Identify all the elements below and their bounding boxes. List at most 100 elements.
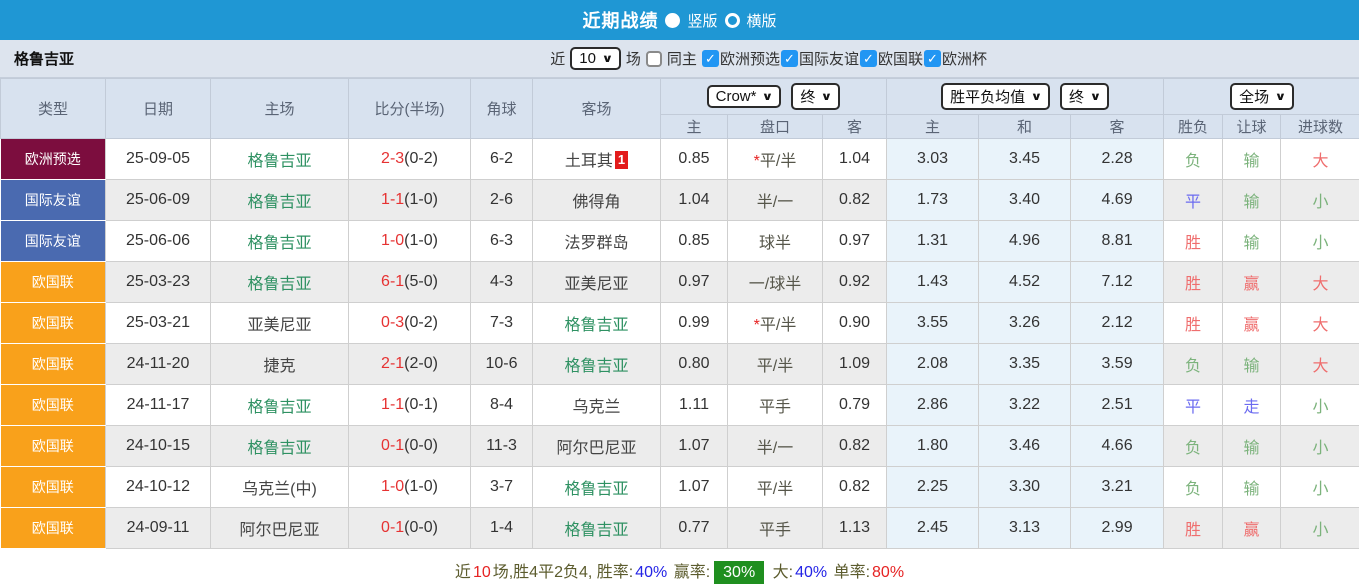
col-header-corners: 角球 — [470, 78, 533, 139]
match-type: 欧国联 — [0, 343, 106, 385]
handicap-line: 平/半 — [727, 466, 823, 508]
table-row: 欧国联 24-11-20 捷克 2-1(2-0) 10-6 格鲁吉亚 0.80 平/半 1.09… — [0, 343, 1359, 385]
sub-header-avg-draw: 和 — [978, 114, 1072, 139]
avg-lose-odds: 4.69 — [1070, 179, 1165, 221]
handicap-line: 半/一 — [727, 425, 823, 467]
handicap-away-odds: 1.13 — [821, 507, 888, 549]
score: 0-3(0-2) — [348, 302, 471, 344]
result: 平 — [1163, 179, 1224, 221]
goals-result: 小 — [1280, 425, 1359, 467]
avg-win-odds: 3.55 — [886, 302, 980, 344]
match-count-select[interactable]: 10 ∨ — [570, 47, 621, 70]
match-date: 25-06-09 — [105, 179, 211, 221]
goals-result: 大 — [1280, 343, 1359, 385]
avg-draw-odds: 4.52 — [978, 261, 1072, 303]
result: 胜 — [1163, 302, 1224, 344]
avg-win-odds: 2.45 — [886, 507, 980, 549]
result: 负 — [1163, 343, 1224, 385]
sub-header-goals: 进球数 — [1280, 114, 1359, 139]
handicap-line: *平/半 — [727, 302, 823, 344]
avg-lose-odds: 2.51 — [1070, 384, 1165, 426]
handicap-time-select[interactable]: 终 ∨ — [791, 83, 841, 110]
handicap-away-odds: 1.09 — [821, 343, 888, 385]
match-type: 欧洲预选 — [0, 138, 106, 180]
match-date: 25-06-06 — [105, 220, 211, 262]
handicap-line: 球半 — [727, 220, 823, 262]
result: 胜 — [1163, 261, 1224, 303]
league-checkbox[interactable]: ✓ — [701, 50, 719, 67]
avg-win-odds: 1.43 — [886, 261, 980, 303]
handicap-away-odds: 0.92 — [821, 261, 888, 303]
results-table: 类型 日期 主场 比分(半场) 角球 客场 Crow* ∨ 终 ∨ 胜平负均值 ∨ 终… — [0, 78, 1359, 549]
league-filters: ✓ 欧洲预选 ✓ 国际友谊 ✓ 欧国联 ✓ 欧洲杯 — [701, 48, 987, 69]
handicap-home-odds: 0.85 — [660, 220, 728, 262]
avg-lose-odds: 2.12 — [1070, 302, 1165, 344]
match-date: 24-10-15 — [105, 425, 211, 467]
away-team: 格鲁吉亚 — [532, 466, 661, 508]
filter-bar: 格鲁吉亚 近 10 ∨ 场 同主 ✓ 欧洲预选 ✓ 国际友谊 ✓ 欧国联 ✓ 欧洲杯 — [0, 40, 1359, 78]
league-checkbox[interactable]: ✓ — [923, 50, 941, 67]
handicap-home-odds: 1.11 — [660, 384, 728, 426]
corners: 11-3 — [470, 425, 533, 467]
summary-segment: 10 — [472, 564, 491, 581]
avg-lose-odds: 7.12 — [1070, 261, 1165, 303]
handicap-result: 输 — [1222, 425, 1282, 467]
results-tbody: 欧洲预选 25-09-05 格鲁吉亚 2-3(0-2) 6-2 土耳其 1 0.85 *平/半 1… — [0, 138, 1359, 549]
away-team: 乌克兰 — [532, 384, 661, 426]
home-team: 捷克 — [210, 343, 349, 385]
avg-draw-odds: 3.46 — [978, 425, 1072, 467]
corners: 4-3 — [470, 261, 533, 303]
score: 1-1(1-0) — [348, 179, 471, 221]
handicap-result: 输 — [1222, 343, 1282, 385]
handicap-home-odds: 1.04 — [660, 179, 728, 221]
avg-lose-odds: 2.28 — [1070, 138, 1165, 180]
horizontal-layout-label[interactable]: 横版 — [747, 10, 777, 31]
league-label: 欧洲杯 — [941, 51, 987, 68]
handicap-home-odds: 0.85 — [660, 138, 728, 180]
avg-time-select[interactable]: 终 ∨ — [1060, 83, 1109, 110]
table-row: 欧国联 24-10-12 乌克兰(中) 1-0(1-0) 3-7 格鲁吉亚 1.07 平/半 0… — [0, 466, 1359, 508]
avg-win-odds: 1.31 — [886, 220, 980, 262]
league-checkbox[interactable]: ✓ — [780, 50, 798, 67]
goals-result: 大 — [1280, 302, 1359, 344]
games-label: 场 — [625, 51, 641, 68]
away-team: 阿尔巴尼亚 — [532, 425, 661, 467]
bookmaker-select[interactable]: Crow* ∨ — [706, 85, 782, 108]
away-team: 格鲁吉亚 — [532, 343, 661, 385]
goals-result: 小 — [1280, 179, 1359, 221]
table-row: 国际友谊 25-06-06 格鲁吉亚 1-0(1-0) 6-3 法罗群岛 0.85 球半 0.9… — [0, 220, 1359, 262]
away-team: 格鲁吉亚 — [532, 507, 661, 549]
vertical-layout-radio[interactable] — [665, 12, 681, 28]
handicap-line: 平/半 — [727, 343, 823, 385]
result: 胜 — [1163, 507, 1224, 549]
handicap-home-odds: 1.07 — [660, 425, 728, 467]
match-date: 24-09-11 — [105, 507, 211, 549]
handicap-away-odds: 0.79 — [821, 384, 888, 426]
table-row: 欧国联 24-09-11 阿尔巴尼亚 0-1(0-0) 1-4 格鲁吉亚 0.77 平手 1.1… — [0, 507, 1359, 549]
scope-select[interactable]: 全场 ∨ — [1230, 83, 1295, 110]
league-label: 欧洲预选 — [719, 51, 780, 68]
goal-badge: 1 — [614, 151, 629, 169]
handicap-result: 赢 — [1222, 261, 1282, 303]
handicap-result: 输 — [1222, 466, 1282, 508]
handicap-line: 半/一 — [727, 179, 823, 221]
result: 平 — [1163, 384, 1224, 426]
match-type: 欧国联 — [0, 507, 106, 549]
handicap-select-group: Crow* ∨ 终 ∨ — [659, 78, 888, 115]
avg-odds-select[interactable]: 胜平负均值 ∨ — [941, 83, 1051, 110]
handicap-home-odds: 0.80 — [660, 343, 728, 385]
home-team: 格鲁吉亚 — [210, 179, 349, 221]
sub-header-result: 胜负 — [1163, 114, 1224, 139]
away-team: 亚美尼亚 — [532, 261, 661, 303]
vertical-layout-label[interactable]: 竖版 — [687, 10, 717, 31]
same-home-checkbox[interactable] — [645, 50, 662, 67]
avg-draw-odds: 4.96 — [978, 220, 1072, 262]
league-checkbox[interactable]: ✓ — [859, 50, 877, 67]
col-header-away: 客场 — [532, 78, 661, 139]
handicap-away-odds: 0.97 — [821, 220, 888, 262]
summary-segment: 大: — [768, 564, 794, 581]
horizontal-layout-radio[interactable] — [724, 12, 740, 28]
score: 2-1(2-0) — [348, 343, 471, 385]
corners: 1-4 — [470, 507, 533, 549]
league-label: 欧国联 — [877, 51, 923, 68]
